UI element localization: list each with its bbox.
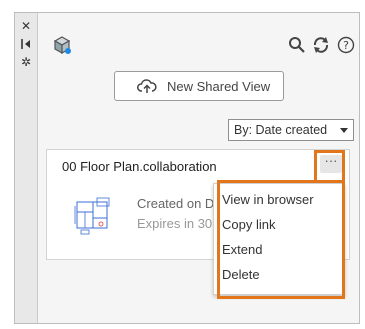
sort-dropdown[interactable]: By: Date created [228,119,354,141]
collapse-icon[interactable] [18,37,34,51]
panel-content: ? New Shared View By: Date created 00 Fl… [38,13,359,323]
menu-item-view-in-browser[interactable]: View in browser [214,188,344,212]
panel-side-strip: ✕ ✲ [15,13,38,323]
shared-views-panel: ✕ ✲ ? New Shared View By: Date created 0… [14,12,360,324]
context-menu: View in browser Copy link Extend Delete [213,183,345,295]
help-icon[interactable]: ? [337,36,355,54]
refresh-icon[interactable] [312,36,330,54]
svg-text:?: ? [343,39,349,52]
new-shared-view-button[interactable]: New Shared View [114,71,284,101]
new-shared-view-label: New Shared View [167,79,271,94]
sort-selected-value: By: Date created [234,123,328,137]
gear-icon[interactable]: ✲ [18,55,34,69]
card-title: 00 Floor Plan.collaboration [62,159,217,174]
close-icon[interactable]: ✕ [18,19,34,33]
cloud-upload-icon [137,79,157,93]
search-icon[interactable] [288,36,306,54]
menu-item-delete[interactable]: Delete [214,263,344,287]
menu-item-extend[interactable]: Extend [214,238,344,262]
more-options-button[interactable]: ··· [320,154,342,173]
cube-share-icon [53,36,71,55]
chevron-down-icon [340,128,348,133]
floor-plan-thumbnail [74,197,110,235]
menu-item-copy-link[interactable]: Copy link [214,213,344,237]
